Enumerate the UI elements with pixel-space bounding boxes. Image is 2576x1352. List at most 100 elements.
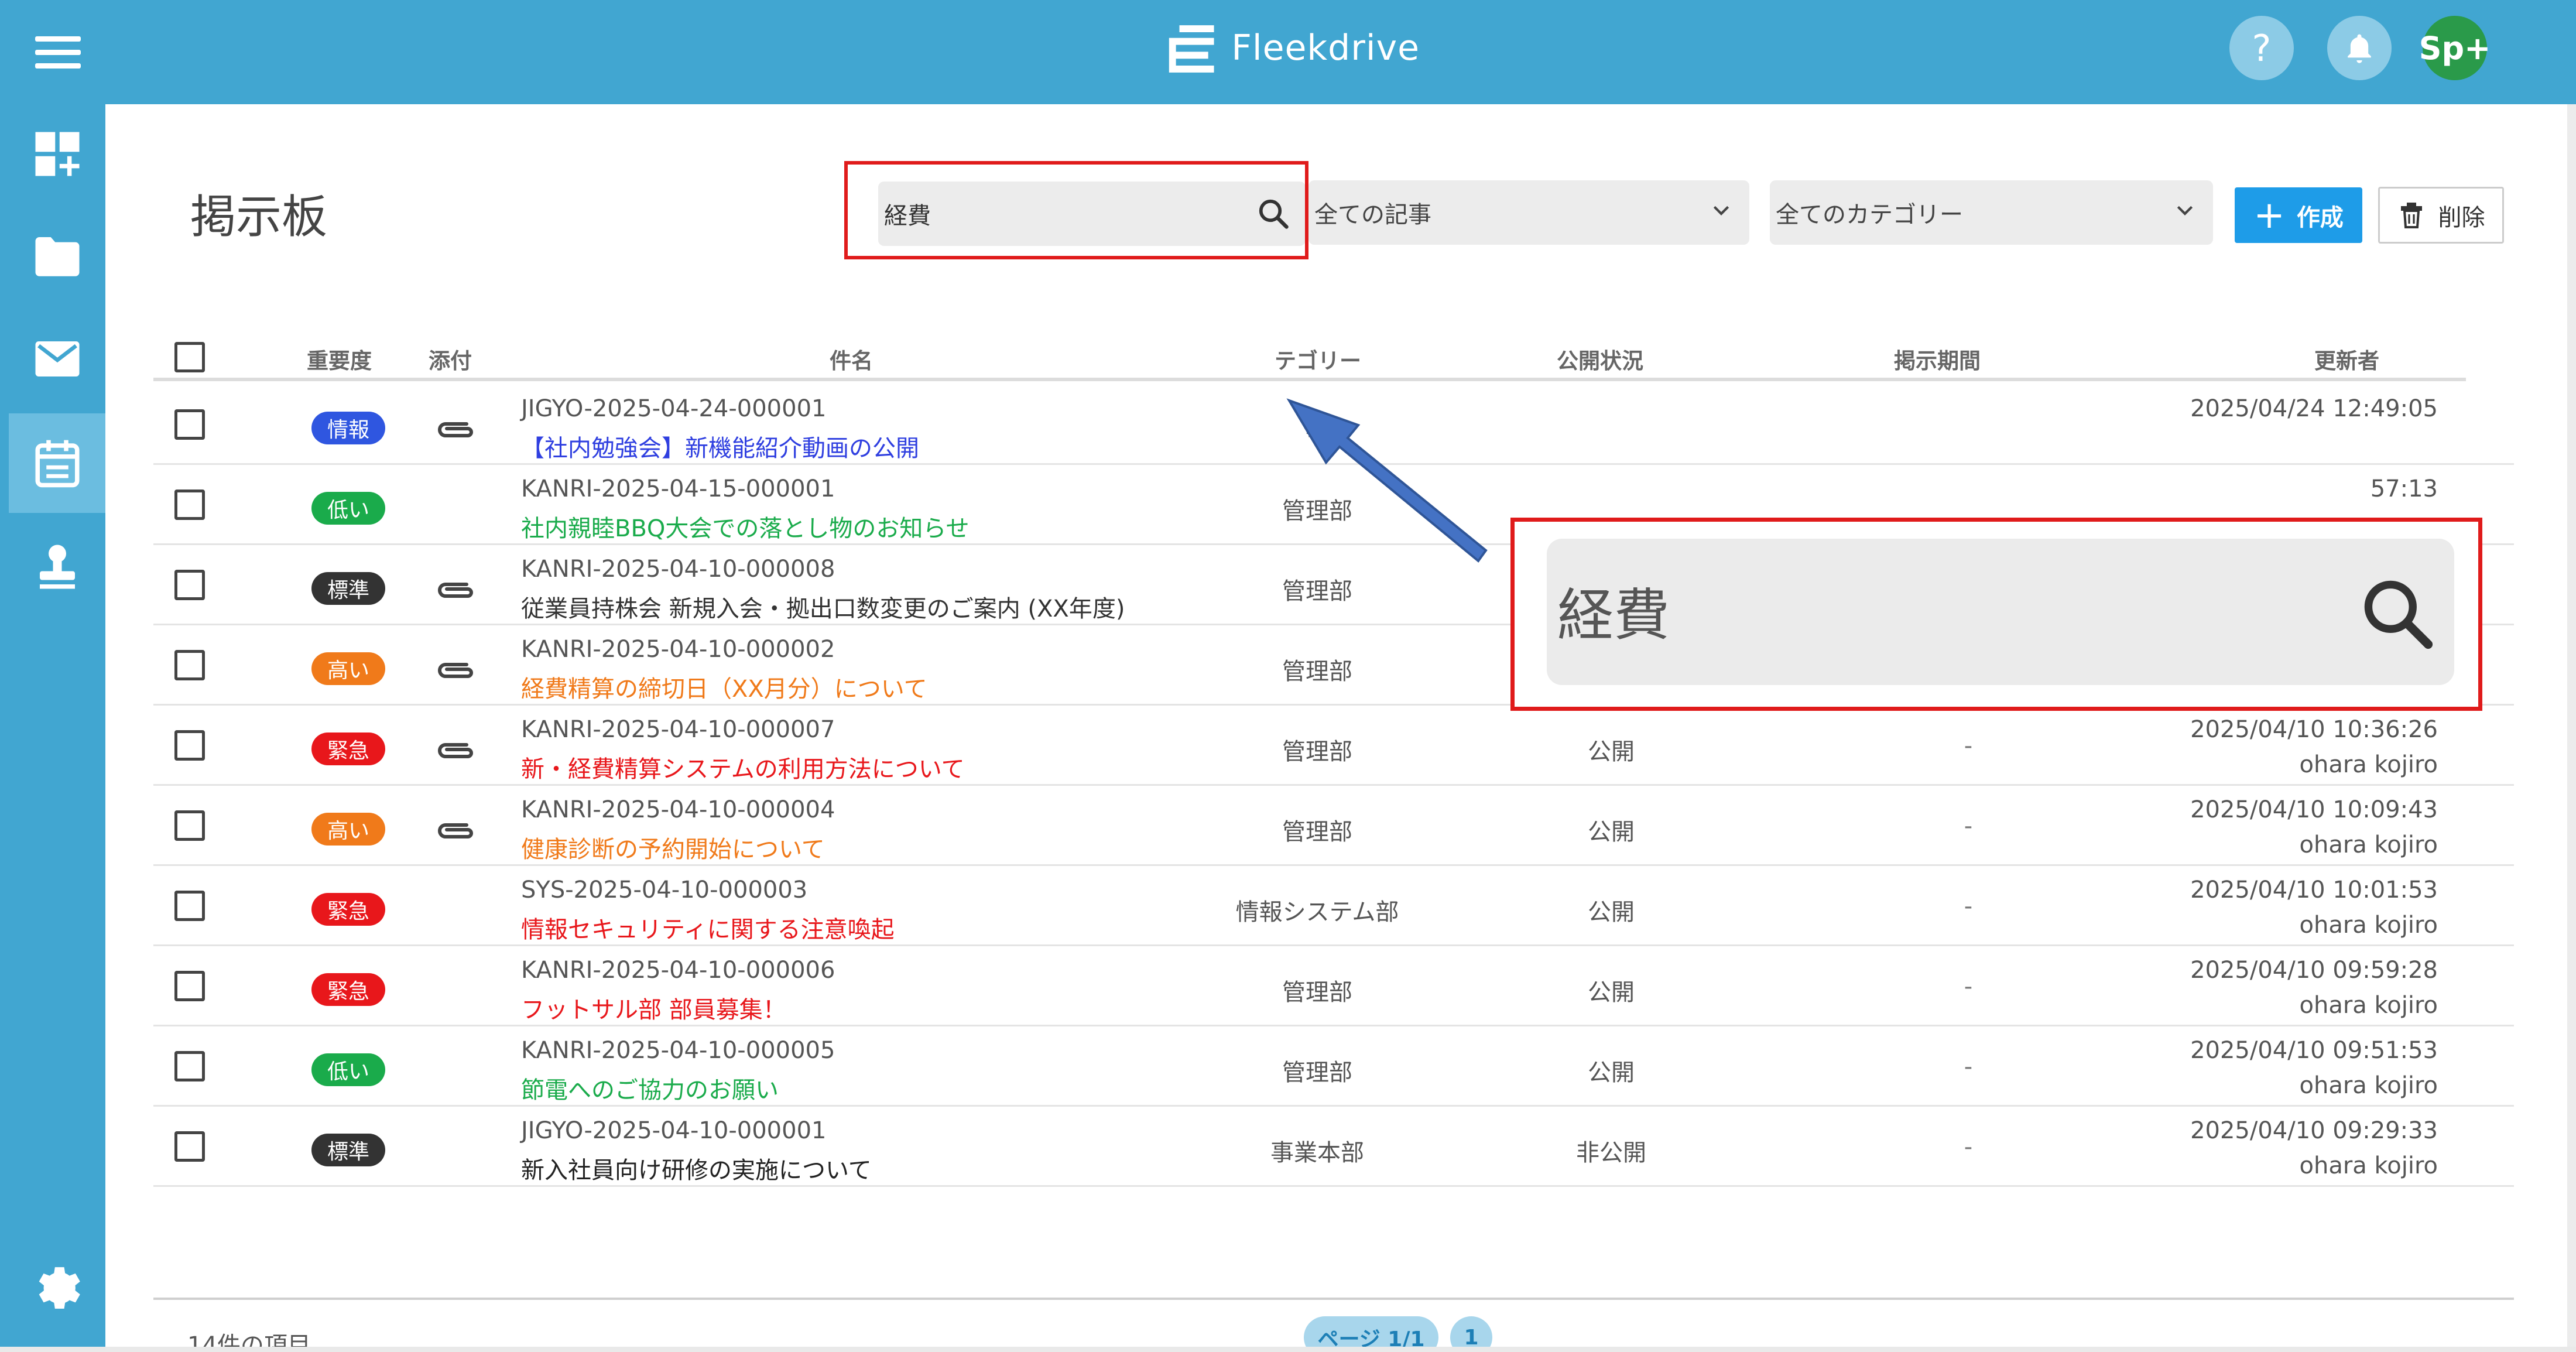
select-all-checkbox[interactable] <box>174 342 205 372</box>
importance-badge: 標準 <box>311 1134 385 1166</box>
article-title-link[interactable]: 社内親睦BBQ大会での落とし物のお知らせ <box>521 509 970 543</box>
paperclip-icon[interactable] <box>431 735 478 764</box>
table-row[interactable]: 高い KANRI-2025-04-10-000004 健康診断の予約開始について 管理… <box>153 786 2514 866</box>
article-filter-select[interactable]: 全ての記事 <box>1308 180 1749 245</box>
category-filter-value: 全てのカテゴリー <box>1776 201 1963 228</box>
importance-badge: 高い <box>311 652 385 685</box>
publish-status: 公開 <box>1588 738 1635 765</box>
row-checkbox[interactable] <box>174 971 205 1001</box>
article-category: 管理部 <box>1282 658 1352 685</box>
article-id: KANRI-2025-04-10-000008 <box>521 556 835 583</box>
importance-badge: 低い <box>311 492 385 525</box>
table-row[interactable]: 標準 JIGYO-2025-04-10-000001 新入社員向け研修の実施について… <box>153 1107 2514 1187</box>
article-title-link[interactable]: 節電へのご協力のお願い <box>521 1071 779 1105</box>
updated-at: 2025/04/10 10:36:26 <box>2190 716 2438 743</box>
header-subject[interactable]: 件名 <box>830 343 873 375</box>
app-logo[interactable]: Fleekdrive <box>1162 13 1420 83</box>
header-attachment[interactable]: 添付 <box>429 343 472 375</box>
article-id: KANRI-2025-04-10-000002 <box>521 636 835 663</box>
row-checkbox[interactable] <box>174 1051 205 1081</box>
app-name: Fleekdrive <box>1231 28 1420 69</box>
gear-icon <box>39 1267 80 1309</box>
posting-period: - <box>1964 973 1973 1000</box>
paperclip-icon[interactable] <box>431 414 478 443</box>
article-title-link[interactable]: 健康診断の予約開始について <box>521 830 825 864</box>
hamburger-menu-icon[interactable] <box>35 36 81 69</box>
sidebar-item-mail[interactable] <box>9 309 105 409</box>
header-importance[interactable]: 重要度 <box>307 343 372 375</box>
folder-icon <box>35 237 79 276</box>
row-checkbox[interactable] <box>174 730 205 761</box>
sidebar-item-approval[interactable] <box>9 517 105 617</box>
stamp-icon <box>39 545 75 589</box>
chevron-down-icon <box>1713 206 1729 215</box>
header-status[interactable]: 公開状況 <box>1557 343 1643 375</box>
row-checkbox[interactable] <box>174 1131 205 1162</box>
sidebar-item-settings[interactable] <box>9 1240 105 1340</box>
updated-by: ohara kojiro <box>2299 1072 2438 1099</box>
row-checkbox[interactable] <box>174 650 205 680</box>
header-period[interactable]: 掲示期間 <box>1894 343 1981 375</box>
updated-at: 2025/04/24 12:49:05 <box>2190 395 2438 422</box>
table-row[interactable]: 緊急 KANRI-2025-04-10-000007 新・経費精算システムの利用方法… <box>153 706 2514 786</box>
article-title-link[interactable]: 新入社員向け研修の実施について <box>521 1151 872 1185</box>
table-row[interactable]: 低い KANRI-2025-04-10-000005 節電へのご協力のお願い 管理部 公… <box>153 1026 2514 1107</box>
sidebar-item-bulletin-board[interactable] <box>9 413 105 513</box>
article-title-link[interactable]: フットサル部 部員募集！ <box>521 991 786 1025</box>
calendar-board-icon <box>35 440 79 488</box>
app-window: Fleekdrive ? Sp+ 掲示板 経費 全ての記事 全てのカテゴリー +… <box>0 0 2576 1352</box>
article-id: KANRI-2025-04-10-000006 <box>521 957 835 984</box>
window-right-edge <box>2567 104 2576 1352</box>
updated-at: 57:13 <box>2370 475 2438 502</box>
category-filter-select[interactable]: 全てのカテゴリー <box>1770 180 2213 245</box>
help-button[interactable]: ? <box>2229 16 2294 80</box>
paperclip-icon[interactable] <box>431 815 478 844</box>
article-title-link[interactable]: 従業員持株会 新規入会・拠出口数変更のご案内 (XX年度) <box>521 590 1125 624</box>
paperclip-icon[interactable] <box>431 574 478 604</box>
posting-period: - <box>1964 1134 1973 1161</box>
importance-badge: 高い <box>311 813 385 846</box>
create-button[interactable]: + 作成 <box>2235 187 2362 243</box>
help-icon: ? <box>2252 26 2272 70</box>
article-title-link[interactable]: 経費精算の締切日（XX月分）について <box>521 670 927 704</box>
row-checkbox[interactable] <box>174 891 205 921</box>
sidebar-item-dashboard[interactable] <box>9 104 105 204</box>
mail-icon <box>35 341 79 376</box>
article-id: KANRI-2025-04-10-000004 <box>521 796 835 823</box>
article-title-link[interactable]: 【社内勉強会】新機能紹介動画の公開 <box>521 429 919 463</box>
article-id: KANRI-2025-04-15-000001 <box>521 475 835 502</box>
user-avatar[interactable]: Sp+ <box>2419 16 2491 80</box>
posting-period: - <box>1964 1053 1973 1080</box>
posting-period: - <box>1964 893 1973 920</box>
article-title-link[interactable]: 情報セキュリティに関する注意喚起 <box>521 911 895 944</box>
zoom-search-text: 経費 <box>1557 583 1670 648</box>
publish-status: 公開 <box>1588 1059 1635 1086</box>
window-bottom-edge <box>0 1347 2576 1352</box>
posting-period: - <box>1964 733 1973 759</box>
table-row[interactable]: 緊急 KANRI-2025-04-10-000006 フットサル部 部員募集！ 管理部… <box>153 946 2514 1026</box>
avatar-initials: Sp+ <box>2419 29 2491 67</box>
table-row[interactable]: 緊急 SYS-2025-04-10-000003 情報セキュリティに関する注意喚起 情… <box>153 866 2514 946</box>
header-updater[interactable]: 更新者 <box>2314 343 2379 375</box>
importance-badge: 情報 <box>311 412 385 444</box>
row-checkbox[interactable] <box>174 490 205 520</box>
row-checkbox[interactable] <box>174 810 205 841</box>
sidebar <box>0 104 105 1352</box>
header-category[interactable]: テゴリー <box>1275 343 1361 375</box>
create-button-label: 作成 <box>2296 204 2344 231</box>
updated-by: ohara kojiro <box>2299 831 2438 858</box>
article-title-link[interactable]: 新・経費精算システムの利用方法について <box>521 750 965 784</box>
delete-button[interactable]: 削除 <box>2378 187 2504 244</box>
publish-status: 非公開 <box>1576 1139 1646 1166</box>
row-checkbox[interactable] <box>174 570 205 600</box>
annotation-arrow <box>1286 398 1488 563</box>
fleekdrive-logo-icon <box>1169 25 1214 73</box>
paperclip-icon[interactable] <box>431 655 478 684</box>
page-title: 掲示板 <box>190 191 328 244</box>
notification-button[interactable] <box>2327 16 2392 80</box>
article-category: 管理部 <box>1282 738 1352 765</box>
importance-badge: 緊急 <box>311 973 385 1006</box>
row-checkbox[interactable] <box>174 409 205 440</box>
sidebar-item-folders[interactable] <box>9 207 105 306</box>
article-id: KANRI-2025-04-10-000007 <box>521 716 835 743</box>
